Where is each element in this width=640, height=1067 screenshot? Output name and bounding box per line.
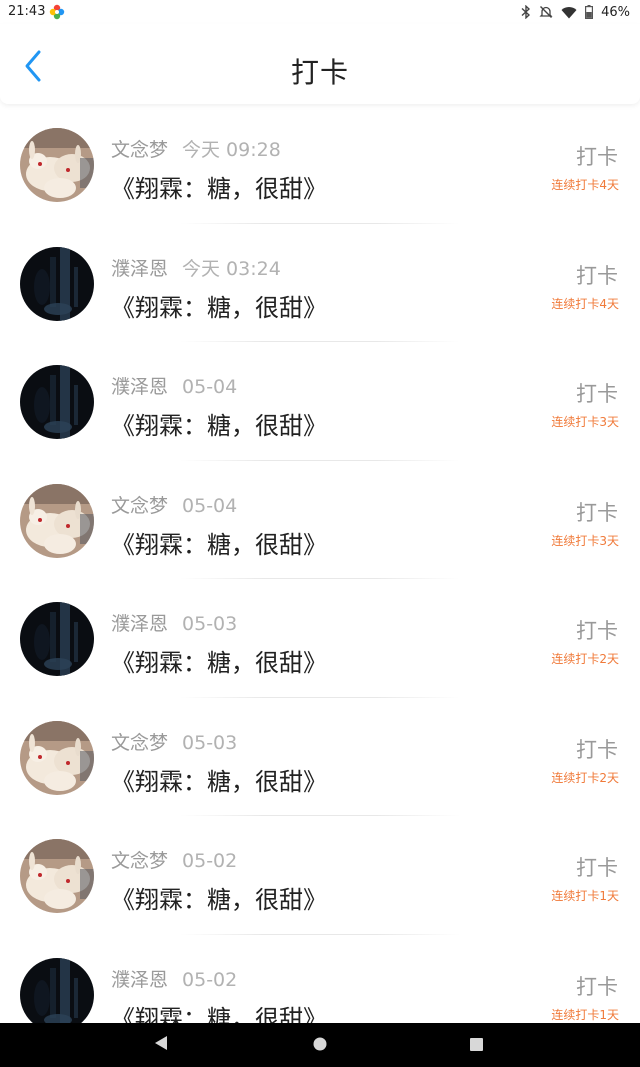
book-title[interactable]: 《翔霖：糖，很甜》 bbox=[111, 880, 327, 915]
nav-back-button[interactable] bbox=[131, 1023, 191, 1067]
user-name[interactable]: 文念梦 bbox=[111, 850, 168, 872]
status-bar: 21:43 46% bbox=[0, 0, 640, 24]
user-name[interactable]: 濮泽恩 bbox=[111, 376, 168, 398]
checkin-label[interactable]: 打卡 bbox=[576, 852, 618, 882]
streak-label: 连续打卡4天 bbox=[551, 178, 619, 192]
streak-label: 连续打卡3天 bbox=[551, 415, 619, 429]
streak-label: 连续打卡2天 bbox=[551, 770, 619, 785]
book-title[interactable]: 《翔霖：糖，很甜》 bbox=[111, 762, 327, 797]
streak-label: 连续打卡3天 bbox=[551, 533, 619, 548]
book-title[interactable]: 《翔霖：糖，很甜》 bbox=[111, 406, 327, 441]
book-title[interactable]: 《翔霖：糖，很甜》 bbox=[111, 643, 327, 678]
record-meta: 文念梦 05-02 bbox=[111, 846, 237, 873]
rabbit-photo-avatar[interactable] bbox=[20, 839, 94, 913]
record-time: 今天 09:28 bbox=[182, 139, 281, 161]
book-title[interactable]: 《翔霖：糖，很甜》 bbox=[111, 999, 327, 1024]
checkin-list[interactable]: 文念梦 今天 09:28 《翔霖：糖，很甜》 打卡 连续打卡4天 濮泽恩 今天 03:24 《… bbox=[0, 105, 640, 1023]
checkin-record[interactable]: 濮泽恩 05-02 《翔霖：糖，很甜》 打卡连续打卡1天 bbox=[0, 935, 640, 1024]
record-time: 05-04 bbox=[182, 376, 238, 398]
dark-photo-avatar[interactable] bbox=[20, 365, 94, 439]
book-title[interactable]: 《翔霖：糖，很甜》 bbox=[111, 169, 327, 204]
home-circle-icon bbox=[313, 1036, 327, 1055]
dark-photo-avatar[interactable] bbox=[20, 246, 94, 321]
nav-home-button[interactable] bbox=[290, 1023, 350, 1067]
dark-photo-avatar[interactable] bbox=[20, 602, 94, 676]
app-badge-icon bbox=[49, 4, 65, 20]
book-title[interactable]: 《翔霖：糖，很甜》 bbox=[111, 525, 327, 560]
battery-icon bbox=[585, 5, 594, 19]
rabbit-photo-avatar[interactable] bbox=[20, 483, 94, 558]
checkin-label[interactable]: 打卡 bbox=[576, 615, 618, 645]
checkin-record[interactable]: 文念梦 今天 09:28 《翔霖：糖，很甜》 打卡连续打卡4天 bbox=[0, 105, 640, 224]
record-time: 05-02 bbox=[182, 968, 238, 991]
checkin-record[interactable]: 濮泽恩 今天 03:24 《翔霖：糖，很甜》 打卡连续打卡4天 bbox=[0, 224, 640, 342]
record-meta: 文念梦 今天 09:28 bbox=[111, 135, 281, 162]
record-meta: 文念梦 05-04 bbox=[111, 491, 237, 518]
checkin-label[interactable]: 打卡 bbox=[576, 971, 618, 1001]
streak-label: 连续打卡1天 bbox=[551, 889, 619, 903]
navigation-bar bbox=[0, 1023, 640, 1067]
record-time: 今天 03:24 bbox=[182, 257, 281, 280]
checkin-label[interactable]: 打卡 bbox=[576, 497, 618, 527]
streak-label: 连续打卡2天 bbox=[551, 652, 619, 666]
user-name[interactable]: 濮泽恩 bbox=[111, 969, 168, 991]
checkin-label[interactable]: 打卡 bbox=[576, 141, 618, 171]
back-triangle-icon bbox=[154, 1035, 168, 1055]
dark-photo-avatar[interactable] bbox=[20, 957, 94, 1023]
checkin-label[interactable]: 打卡 bbox=[576, 734, 618, 764]
checkin-record[interactable]: 濮泽恩 05-04 《翔霖：糖，很甜》 打卡连续打卡3天 bbox=[0, 342, 640, 461]
user-name[interactable]: 濮泽恩 bbox=[111, 613, 168, 635]
user-name[interactable]: 文念梦 bbox=[111, 495, 168, 517]
bluetooth-icon bbox=[521, 5, 531, 19]
book-title[interactable]: 《翔霖：糖，很甜》 bbox=[111, 288, 327, 323]
wifi-icon bbox=[561, 6, 577, 19]
checkin-screen: 21:43 46% 打卡 文念梦 今天 09:28 《翔霖：糖，很甜》 打卡 连… bbox=[0, 0, 640, 1067]
record-meta: 濮泽恩 05-04 bbox=[111, 372, 237, 399]
checkin-record[interactable]: 濮泽恩 05-03 《翔霖：糖，很甜》 打卡连续打卡2天 bbox=[0, 579, 640, 698]
status-icons: 46% bbox=[521, 4, 630, 20]
record-meta: 濮泽恩 05-03 bbox=[111, 609, 237, 636]
record-time: 05-03 bbox=[182, 613, 238, 635]
recents-square-icon bbox=[469, 1036, 483, 1055]
streak-label: 连续打卡1天 bbox=[551, 1007, 619, 1022]
record-time: 05-02 bbox=[182, 850, 238, 872]
checkin-record[interactable]: 文念梦 05-04 《翔霖：糖，很甜》 打卡连续打卡3天 bbox=[0, 461, 640, 579]
checkin-label[interactable]: 打卡 bbox=[576, 260, 618, 290]
record-time: 05-04 bbox=[182, 494, 238, 517]
record-meta: 文念梦 05-03 bbox=[111, 728, 237, 755]
mute-icon bbox=[539, 5, 553, 19]
record-meta: 濮泽恩 05-02 bbox=[111, 965, 237, 992]
record-meta: 濮泽恩 今天 03:24 bbox=[111, 254, 281, 281]
page-title: 打卡 bbox=[290, 56, 349, 89]
streak-label: 连续打卡4天 bbox=[551, 296, 619, 311]
record-time: 05-03 bbox=[182, 731, 238, 754]
user-name[interactable]: 文念梦 bbox=[111, 732, 168, 754]
rabbit-photo-avatar[interactable] bbox=[20, 128, 94, 202]
checkin-record[interactable]: 文念梦 05-02 《翔霖：糖，很甜》 打卡连续打卡1天 bbox=[0, 816, 640, 935]
user-name[interactable]: 文念梦 bbox=[111, 139, 168, 161]
checkin-record[interactable]: 文念梦 05-03 《翔霖：糖，很甜》 打卡连续打卡2天 bbox=[0, 698, 640, 816]
checkin-label[interactable]: 打卡 bbox=[576, 378, 618, 408]
battery-percent: 46% bbox=[601, 4, 630, 20]
status-time: 21:43 bbox=[8, 4, 46, 19]
header: 打卡 bbox=[0, 24, 640, 104]
rabbit-photo-avatar[interactable] bbox=[20, 720, 94, 795]
user-name[interactable]: 濮泽恩 bbox=[111, 258, 168, 280]
nav-recents-button[interactable] bbox=[446, 1023, 506, 1067]
